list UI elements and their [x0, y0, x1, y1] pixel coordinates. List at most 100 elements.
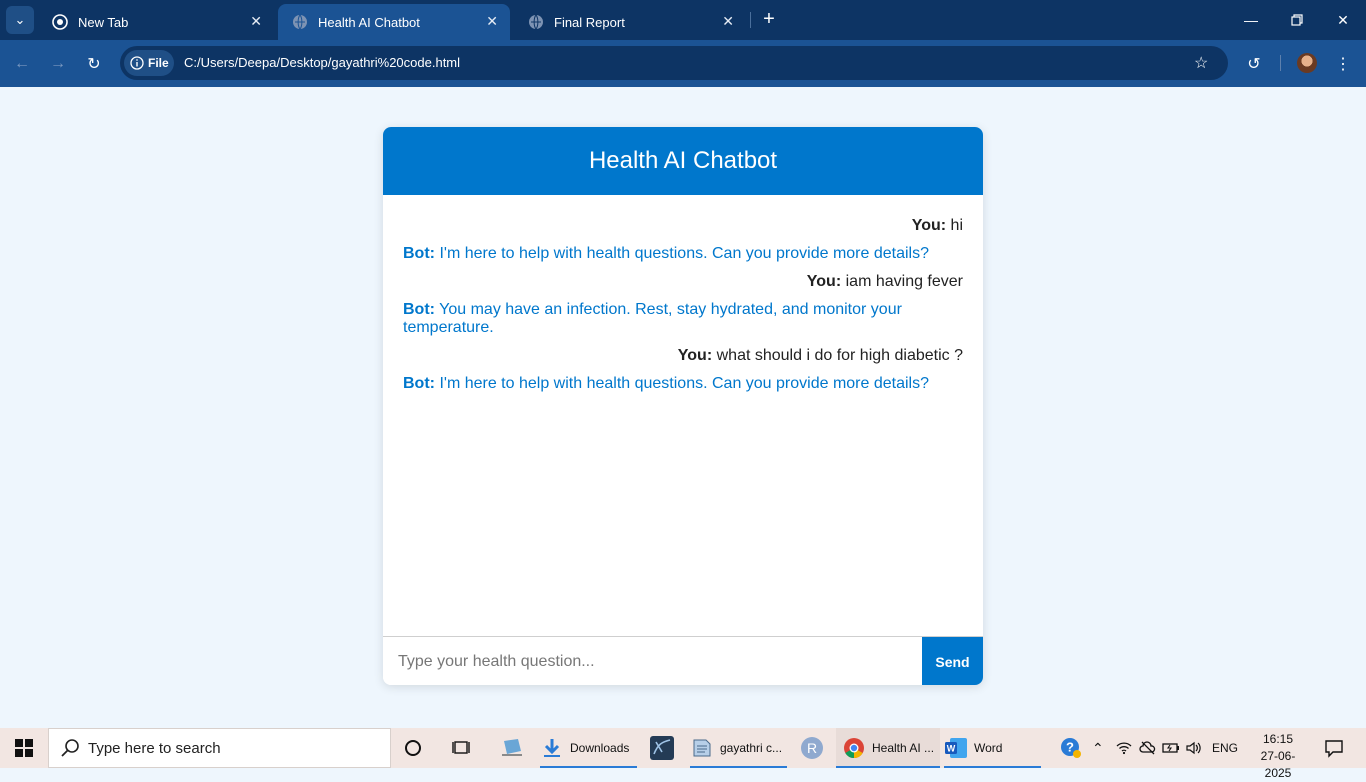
task-view-icon: [452, 741, 470, 754]
language-indicator[interactable]: ENG: [1212, 728, 1238, 768]
clock-time: 16:15: [1262, 732, 1294, 746]
site-info-chip[interactable]: File: [124, 50, 174, 76]
message-text: hi: [950, 217, 963, 234]
message-text: iam having fever: [845, 273, 963, 290]
history-button[interactable]: ↺: [1242, 52, 1266, 76]
start-button[interactable]: [0, 728, 48, 768]
url-text[interactable]: C:/Users/Deepa/Desktop/gayathri%20code.h…: [184, 55, 460, 70]
tab-search-button[interactable]: ⌄: [6, 6, 34, 34]
globe-icon: [292, 14, 308, 30]
app-label: Downloads: [570, 741, 630, 755]
clock-date: 27-06-2025: [1260, 749, 1296, 780]
windows-icon: [15, 739, 33, 757]
show-hidden-icons-button[interactable]: ⌃: [1092, 728, 1104, 768]
chatbot-header: Health AI Chatbot: [383, 127, 983, 195]
menu-button[interactable]: ⋮: [1331, 52, 1355, 76]
close-icon[interactable]: ✕: [722, 13, 734, 30]
app-label: Health AI ...: [872, 741, 935, 755]
battery-icon[interactable]: [1162, 728, 1180, 768]
taskbar-app-downloads[interactable]: Downloads: [540, 728, 637, 768]
forward-button[interactable]: →: [46, 52, 70, 76]
info-icon: [130, 56, 144, 70]
sender-label: You:: [677, 347, 713, 364]
sender-label: You:: [911, 217, 947, 234]
chatbot-container: Health AI Chatbot You: hi Bot: I'm here …: [383, 127, 983, 685]
arrow-right-icon: →: [50, 55, 66, 72]
new-tab-button[interactable]: +: [758, 8, 780, 30]
minimize-icon: —: [1244, 12, 1258, 28]
bookmark-star-icon[interactable]: ☆: [1194, 53, 1208, 73]
tab-final-report[interactable]: Final Report ✕: [514, 4, 746, 40]
close-window-button[interactable]: ✕: [1320, 0, 1366, 40]
history-icon: ↺: [1247, 56, 1261, 73]
tab-health-ai-chatbot[interactable]: Health AI Chatbot ✕: [278, 4, 510, 40]
message-text: I'm here to help with health questions. …: [439, 375, 929, 392]
task-view-button[interactable]: [452, 728, 476, 768]
back-button[interactable]: ←: [10, 52, 34, 76]
chat-input-row: Send: [383, 636, 983, 685]
reload-button[interactable]: ↻: [82, 52, 106, 76]
tab-title: Health AI Chatbot: [318, 14, 420, 30]
volume-icon[interactable]: [1185, 728, 1203, 768]
bot-message: Bot: You may have an infection. Rest, st…: [403, 301, 923, 337]
chat-messages: You: hi Bot: I'm here to help with healt…: [403, 217, 963, 627]
bot-message: Bot: I'm here to help with health questi…: [403, 375, 963, 393]
close-icon: ✕: [1337, 11, 1349, 28]
close-icon[interactable]: ✕: [250, 13, 262, 30]
system-clock[interactable]: 16:15 27-06-2025: [1255, 731, 1301, 782]
word-icon: W: [944, 736, 968, 760]
taskbar-app-r[interactable]: R: [801, 728, 825, 768]
sender-label: Bot:: [403, 375, 435, 392]
reload-icon: ↻: [87, 56, 101, 73]
taskbar-app-word[interactable]: W Word: [944, 728, 1041, 768]
restore-button[interactable]: [1274, 0, 1320, 40]
tab-new-tab[interactable]: New Tab ✕: [38, 4, 274, 40]
download-arrow-icon: [540, 736, 564, 760]
user-message: You: iam having fever: [403, 273, 963, 291]
cortana-icon: [405, 740, 421, 756]
app-label: gayathri c...: [720, 741, 783, 755]
restore-icon: [1291, 14, 1303, 26]
tab-title: New Tab: [78, 14, 129, 30]
taskbar-app-workbench[interactable]: [650, 728, 676, 768]
database-app-icon: [650, 736, 674, 760]
toolbar-separator: [1280, 55, 1281, 71]
search-placeholder[interactable]: Type here to search: [88, 740, 221, 757]
sender-label: You:: [806, 273, 842, 290]
send-button[interactable]: Send: [922, 637, 983, 685]
svg-text:?: ?: [1066, 740, 1074, 755]
message-text: I'm here to help with health questions. …: [439, 245, 929, 262]
close-icon[interactable]: ✕: [486, 13, 498, 30]
onedrive-offline-icon[interactable]: [1139, 728, 1157, 768]
wifi-icon[interactable]: [1116, 728, 1132, 768]
taskbar-app-chrome[interactable]: Health AI ...: [836, 728, 940, 768]
chrome-icon: [52, 14, 68, 30]
chevron-up-icon: ⌃: [1092, 739, 1104, 756]
profile-avatar[interactable]: [1297, 53, 1317, 73]
sender-label: Bot:: [403, 301, 435, 318]
chrome-icon: [842, 736, 866, 760]
tab-title: Final Report: [554, 14, 625, 30]
cortana-button[interactable]: [404, 728, 428, 768]
search-icon: [61, 739, 79, 757]
notepad-icon: [690, 736, 714, 760]
chat-input[interactable]: [383, 637, 922, 685]
plus-icon: +: [763, 8, 775, 30]
r-app-icon: R: [801, 737, 823, 759]
bot-message: Bot: I'm here to help with health questi…: [403, 245, 963, 263]
file-label: File: [148, 56, 169, 70]
taskbar-app-notepad[interactable]: gayathri c...: [690, 728, 787, 768]
more-vert-icon: ⋮: [1335, 56, 1351, 73]
notification-icon[interactable]: [1324, 738, 1344, 758]
svg-text:W: W: [947, 744, 956, 754]
help-tray-icon[interactable]: ?: [1060, 728, 1082, 768]
app-window-icon: [502, 739, 522, 756]
user-message: You: hi: [403, 217, 963, 235]
minimize-button[interactable]: —: [1228, 0, 1274, 40]
taskbar-app-explorer[interactable]: [500, 728, 526, 768]
message-text: You may have an infection. Rest, stay hy…: [403, 301, 902, 336]
message-text: what should i do for high diabetic ?: [716, 347, 963, 364]
tab-separator: [750, 12, 751, 28]
globe-icon: [528, 14, 544, 30]
help-icon: ?: [1061, 738, 1081, 758]
